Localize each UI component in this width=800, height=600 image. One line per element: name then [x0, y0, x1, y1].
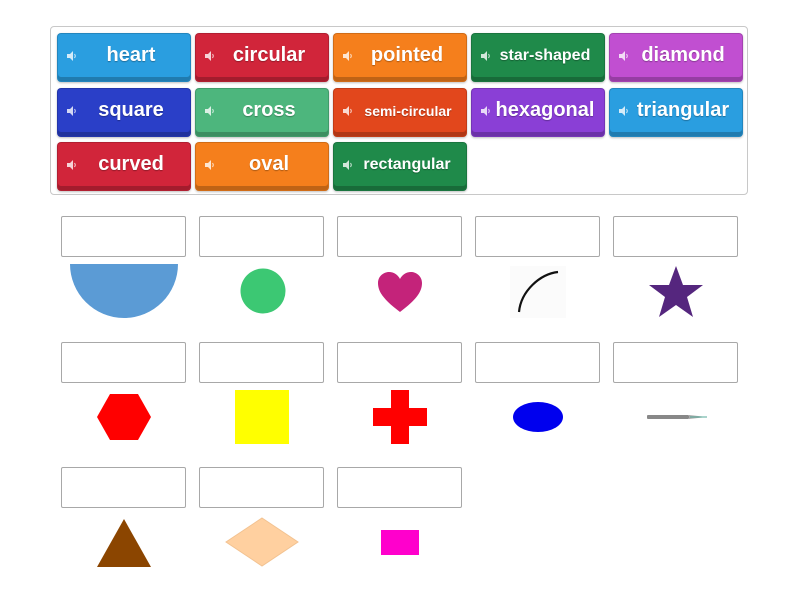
- word-tile-label: curved: [98, 153, 164, 175]
- word-tile-label: triangular: [636, 99, 730, 121]
- word-tile-label: diamond: [641, 44, 725, 66]
- drop-slot-6[interactable]: [61, 342, 186, 383]
- drop-slot-7[interactable]: [199, 342, 324, 383]
- word-tile-label: heart: [106, 44, 156, 66]
- word-tile-heart[interactable]: heart: [57, 33, 191, 82]
- word-tile-curved[interactable]: curved: [57, 142, 191, 191]
- speaker-icon[interactable]: [618, 50, 630, 62]
- speaker-icon[interactable]: [480, 105, 492, 117]
- word-tile-circular[interactable]: circular: [195, 33, 329, 82]
- drop-slot-1[interactable]: [61, 216, 186, 257]
- word-tile-label: cross: [242, 99, 296, 121]
- drop-slot-8[interactable]: [337, 342, 462, 383]
- word-tile-label: hexagonal: [495, 99, 595, 121]
- diamond-icon: [225, 517, 299, 567]
- word-tile-semi-circular[interactable]: semi-circular: [333, 88, 467, 137]
- drop-slot-3[interactable]: [337, 216, 462, 257]
- rectangle-icon: [381, 530, 419, 555]
- speaker-icon[interactable]: [204, 105, 216, 117]
- hexagon-icon: [97, 394, 151, 440]
- word-tile-cross[interactable]: cross: [195, 88, 329, 137]
- speaker-icon[interactable]: [342, 159, 354, 171]
- word-tile-square[interactable]: square: [57, 88, 191, 137]
- word-tile-label: semi-circular: [364, 102, 452, 119]
- speaker-icon[interactable]: [480, 50, 492, 62]
- curve-icon: [510, 266, 566, 318]
- square-icon: [235, 390, 289, 444]
- drop-slot-12[interactable]: [199, 467, 324, 508]
- drop-slot-9[interactable]: [475, 342, 600, 383]
- drop-slot-5[interactable]: [613, 216, 738, 257]
- heart-icon: [378, 272, 422, 312]
- drop-slot-13[interactable]: [337, 467, 462, 508]
- cross-icon: [373, 390, 427, 444]
- star-icon: [649, 266, 703, 317]
- oval-icon: [513, 402, 563, 432]
- word-tile-label: star-shaped: [499, 46, 591, 64]
- word-tile-rectangular[interactable]: rectangular: [333, 142, 467, 191]
- speaker-icon[interactable]: [204, 159, 216, 171]
- speaker-icon[interactable]: [342, 50, 354, 62]
- drop-slot-10[interactable]: [613, 342, 738, 383]
- word-tile-label: rectangular: [363, 155, 451, 173]
- word-tile-label: square: [98, 99, 164, 121]
- drop-slot-11[interactable]: [61, 467, 186, 508]
- word-tile-label: pointed: [370, 44, 444, 66]
- speaker-icon[interactable]: [204, 50, 216, 62]
- word-tile-hexagonal[interactable]: hexagonal: [471, 88, 605, 137]
- word-tile-pointed[interactable]: pointed: [333, 33, 467, 82]
- speaker-icon[interactable]: [66, 105, 78, 117]
- word-tile-label: circular: [232, 44, 306, 66]
- speaker-icon[interactable]: [66, 50, 78, 62]
- word-tile-label: oval: [248, 153, 290, 175]
- drop-slot-2[interactable]: [199, 216, 324, 257]
- speaker-icon[interactable]: [618, 105, 630, 117]
- semicircle-icon: [70, 264, 178, 318]
- circle-icon: [240, 268, 286, 314]
- word-tile-oval[interactable]: oval: [195, 142, 329, 191]
- speaker-icon[interactable]: [66, 159, 78, 171]
- speaker-icon[interactable]: [342, 105, 354, 117]
- triangle-icon: [97, 519, 151, 567]
- word-tile-diamond[interactable]: diamond: [609, 33, 743, 82]
- word-tile-star-shaped[interactable]: star-shaped: [471, 33, 605, 82]
- drop-slot-4[interactable]: [475, 216, 600, 257]
- needle-icon: [647, 415, 707, 419]
- word-tile-triangular[interactable]: triangular: [609, 88, 743, 137]
